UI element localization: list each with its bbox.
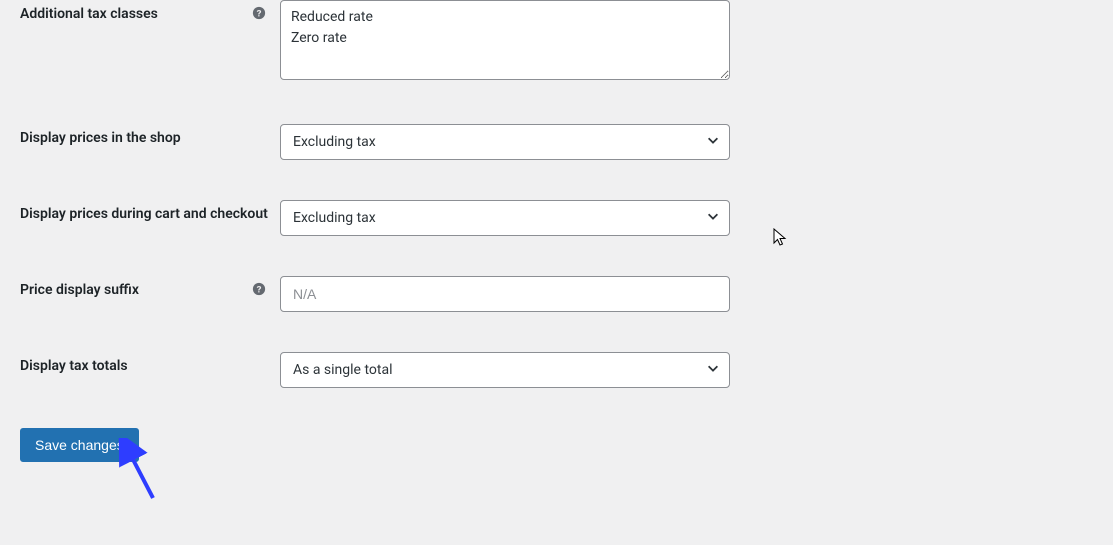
label-display-tax-totals: Display tax totals xyxy=(20,358,128,374)
save-changes-button[interactable]: Save changes xyxy=(20,428,139,462)
label-col: Display prices during cart and checkout xyxy=(20,200,280,222)
row-display-tax-totals: Display tax totals As a single total xyxy=(20,352,1093,388)
svg-text:?: ? xyxy=(257,285,262,296)
label-col: Display tax totals xyxy=(20,352,280,374)
label-col: Price display suffix ? xyxy=(20,276,280,298)
input-col: As a single total xyxy=(280,352,730,388)
help-icon[interactable]: ? xyxy=(252,282,266,296)
display-tax-totals-select[interactable]: As a single total xyxy=(280,352,730,388)
help-icon[interactable]: ? xyxy=(252,6,266,20)
row-price-display-suffix: Price display suffix ? xyxy=(20,276,1093,312)
select-value: Excluding tax xyxy=(280,124,730,160)
price-display-suffix-input[interactable] xyxy=(280,276,730,312)
label-col: Additional tax classes ? xyxy=(20,0,280,22)
svg-text:?: ? xyxy=(257,9,262,20)
label-additional-tax-classes: Additional tax classes xyxy=(20,6,158,22)
label-col: Display prices in the shop xyxy=(20,124,280,146)
label-price-display-suffix: Price display suffix xyxy=(20,282,139,298)
row-additional-tax-classes: Additional tax classes ? Reduced rate Ze… xyxy=(20,0,1093,84)
label-display-prices-cart: Display prices during cart and checkout xyxy=(20,206,268,222)
additional-tax-classes-textarea[interactable]: Reduced rate Zero rate xyxy=(280,0,730,80)
display-prices-shop-select[interactable]: Excluding tax xyxy=(280,124,730,160)
label-display-prices-shop: Display prices in the shop xyxy=(20,130,181,146)
input-col: Reduced rate Zero rate xyxy=(280,0,730,84)
tax-settings-form: Additional tax classes ? Reduced rate Ze… xyxy=(0,0,1113,462)
input-col: Excluding tax xyxy=(280,200,730,236)
row-display-prices-cart: Display prices during cart and checkout … xyxy=(20,200,1093,236)
select-value: Excluding tax xyxy=(280,200,730,236)
input-col: Excluding tax xyxy=(280,124,730,160)
input-col xyxy=(280,276,730,312)
row-display-prices-shop: Display prices in the shop Excluding tax xyxy=(20,124,1093,160)
display-prices-cart-select[interactable]: Excluding tax xyxy=(280,200,730,236)
select-value: As a single total xyxy=(280,352,730,388)
